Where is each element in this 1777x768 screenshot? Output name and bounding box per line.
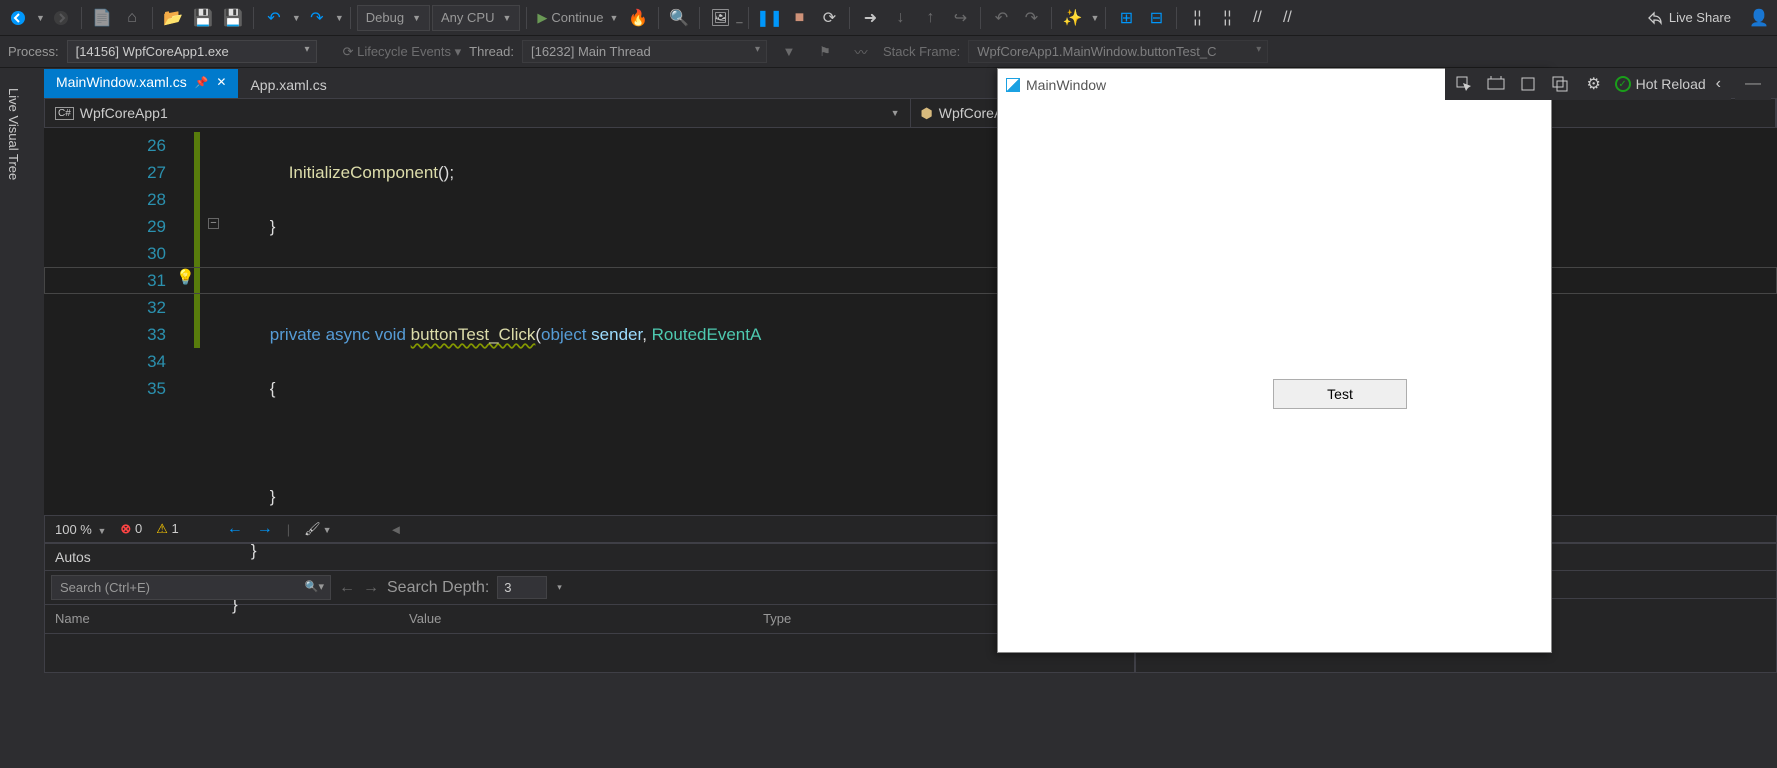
outdent-icon[interactable]: ¦¦ [1213,4,1241,32]
config-dropdown[interactable]: Debug▼ [357,5,430,31]
nav-forward-icon [47,4,75,32]
stackframe-label: Stack Frame: [883,44,960,59]
live-visual-tree-tab[interactable]: Live Visual Tree [2,84,25,184]
debug-toolbar: Process: [14156] WpfCoreApp1.exe ⟳ Lifec… [0,36,1777,68]
stack-icon[interactable]: 〰 [847,38,875,66]
tab-mainwindow[interactable]: MainWindow.xaml.cs 📌 ✕ [44,69,238,98]
undo-icon[interactable]: ↶ [260,4,288,32]
pin-icon[interactable]: 📌 [195,76,209,89]
nav-back-icon[interactable] [4,4,32,32]
process-label: Process: [8,44,59,59]
find-in-files-icon[interactable]: 🔍 [665,4,693,32]
app-icon [1006,78,1020,92]
process-dropdown[interactable]: [14156] WpfCoreApp1.exe [67,40,317,63]
new-project-icon[interactable]: 📄 [88,4,116,32]
line-gutter: 26272829303132333435 [44,128,174,515]
step-over-icon[interactable]: ➜ [856,4,884,32]
test-button[interactable]: Test [1273,379,1407,409]
search-back-icon: ← [339,579,355,597]
stop-icon[interactable]: ■ [785,4,813,32]
tab-label: MainWindow.xaml.cs [56,74,187,90]
thread-dropdown[interactable]: [16232] Main Thread [522,40,767,63]
step-into-icon[interactable]: ↓ [886,4,914,32]
zoom-level[interactable]: 100 % ▼ [55,522,106,537]
code-content[interactable]: InitializeComponent(); } private async v… [174,128,761,515]
select-element-icon[interactable] [1455,75,1477,93]
user-icon[interactable]: 👤 [1745,4,1773,32]
class-icon: ⬢ [921,105,933,122]
autos-search-input[interactable]: Search (Ctrl+E) [51,575,331,600]
thread-label: Thread: [469,44,514,59]
check-icon: ✓ [1615,76,1631,92]
project-dropdown[interactable]: C# WpfCoreApp1 ▼ [45,99,911,127]
xaml-hot-reload-toolbar: ⚙ ✓ Hot Reload ‹ [1445,68,1731,100]
autos-title: Autos [55,549,91,565]
warning-count[interactable]: ⚠ 1 [156,521,179,537]
step-icon[interactable]: ↪ [946,4,974,32]
flag-icon[interactable]: ⚑ [811,38,839,66]
open-folder-icon[interactable]: 📂 [159,4,187,32]
running-app-window[interactable]: MainWindow Test [997,68,1552,653]
step-out-icon[interactable]: ↑ [916,4,944,32]
dropdown-caret[interactable]: ▼ [36,13,45,23]
hot-reload-flame-icon[interactable]: 🔥 [624,4,652,32]
uncomment-icon[interactable]: // [1273,4,1301,32]
intellicode-icon[interactable]: ✨ [1058,4,1086,32]
pause-icon[interactable]: ❚❚ [755,4,783,32]
sidebar: Live Visual Tree [0,76,34,192]
layout2-icon[interactable]: ⊟ [1142,4,1170,32]
hot-reload-button[interactable]: ✓ Hot Reload [1615,76,1706,92]
stackframe-dropdown[interactable]: WpfCoreApp1.MainWindow.buttonTest_C [968,40,1268,63]
track-focus-icon[interactable] [1519,75,1541,93]
csharp-badge-icon: C# [55,107,74,120]
app-body: Test [998,101,1551,652]
goto-live-tree-icon[interactable] [1551,75,1573,93]
display-layout-icon[interactable] [1487,75,1509,93]
tab-app[interactable]: App.xaml.cs [238,72,338,98]
comment-icon[interactable]: // [1243,4,1271,32]
save-icon[interactable]: 💾 [189,4,217,32]
home-icon[interactable]: ⌂ [118,4,146,32]
platform-dropdown[interactable]: Any CPU▼ [432,5,520,31]
redo-icon[interactable]: ↷ [303,4,331,32]
app-title: MainWindow [1026,77,1106,93]
settings-gear-icon[interactable]: ⚙ [1583,74,1605,94]
picture-icon[interactable]: 🖼 [706,4,734,32]
collapse-icon[interactable]: ‹ [1716,75,1721,93]
lifecycle-button[interactable]: ⟳ Lifecycle Events ▾ [343,44,462,60]
live-share-button[interactable]: Live Share [1635,10,1743,26]
save-all-icon[interactable]: 💾 [219,4,247,32]
undo2-icon[interactable]: ↶ [987,4,1015,32]
indent-icon[interactable]: ¦¦ [1183,4,1211,32]
redo2-icon[interactable]: ↷ [1017,4,1045,32]
search-fwd-icon: → [363,579,379,597]
close-icon[interactable]: ✕ [216,75,226,89]
main-toolbar: ▼ 📄 ⌂ 📂 💾 💾 ↶▼ ↷▼ Debug▼ Any CPU▼ ▶Conti… [0,0,1777,36]
error-count[interactable]: ⊗ 0 [120,521,142,537]
filter-icon[interactable]: ▼ [775,38,803,66]
minimize-icon[interactable]: — [1735,68,1771,100]
layout1-icon[interactable]: ⊞ [1112,4,1140,32]
continue-button[interactable]: ▶Continue▼ [533,10,622,26]
restart-icon[interactable]: ⟳ [815,4,843,32]
